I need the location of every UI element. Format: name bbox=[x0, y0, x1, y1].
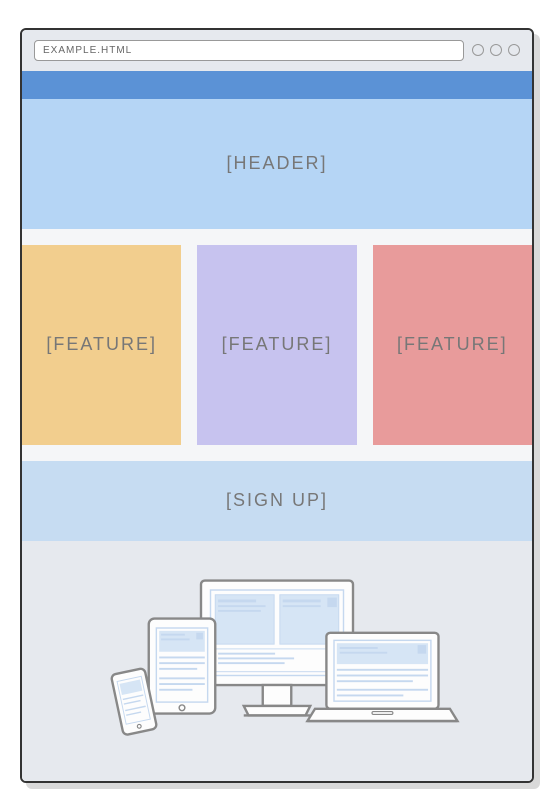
minimize-icon[interactable] bbox=[472, 44, 484, 56]
feature-label: [FEATURE] bbox=[222, 334, 333, 355]
top-nav-bar bbox=[22, 71, 532, 99]
window-controls bbox=[472, 44, 520, 56]
page-content: [HEADER] [FEATURE] [FEATURE] [FEATURE] [… bbox=[22, 71, 532, 781]
feature-block-1: [FEATURE] bbox=[22, 245, 181, 445]
responsive-devices-icon bbox=[87, 571, 467, 761]
devices-illustration bbox=[22, 541, 532, 781]
maximize-icon[interactable] bbox=[490, 44, 502, 56]
header-label: [HEADER] bbox=[226, 153, 327, 174]
feature-block-3: [FEATURE] bbox=[373, 245, 532, 445]
feature-label: [FEATURE] bbox=[46, 334, 157, 355]
header-section: [HEADER] bbox=[22, 99, 532, 229]
feature-label: [FEATURE] bbox=[397, 334, 508, 355]
close-icon[interactable] bbox=[508, 44, 520, 56]
url-bar[interactable]: EXAMPLE.HTML bbox=[34, 40, 464, 61]
features-row: [FEATURE] [FEATURE] [FEATURE] bbox=[22, 229, 532, 461]
browser-chrome: EXAMPLE.HTML bbox=[22, 30, 532, 71]
feature-block-2: [FEATURE] bbox=[197, 245, 356, 445]
signup-label: [SIGN UP] bbox=[226, 490, 328, 511]
signup-section: [SIGN UP] bbox=[22, 461, 532, 541]
browser-window: EXAMPLE.HTML [HEADER] [FEATURE] [FEATURE… bbox=[20, 28, 534, 783]
